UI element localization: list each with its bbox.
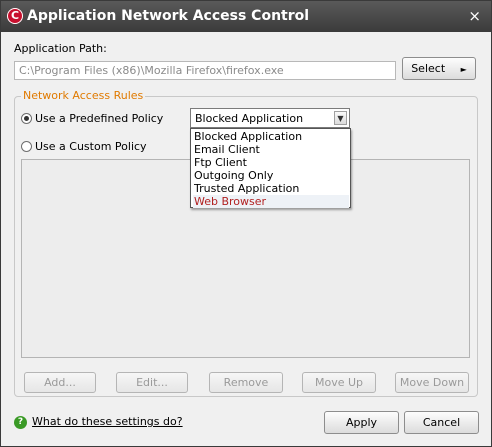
move-up-button[interactable]: Move Up: [302, 372, 376, 393]
custom-policy-radio[interactable]: [21, 141, 32, 152]
app-logo-icon: C: [7, 8, 23, 24]
application-path-label: Application Path:: [14, 42, 107, 55]
select-button[interactable]: Select ►: [402, 57, 476, 80]
select-button-label: Select: [411, 62, 446, 75]
radio-selected-dot: [24, 116, 29, 121]
policy-option-blocked-application[interactable]: Blocked Application: [193, 130, 349, 143]
apply-button[interactable]: Apply: [324, 411, 399, 434]
policy-option-outgoing-only[interactable]: Outgoing Only: [193, 169, 349, 182]
edit-button[interactable]: Edit...: [116, 372, 188, 393]
chevron-down-icon[interactable]: ▼: [334, 111, 347, 125]
move-down-button[interactable]: Move Down: [395, 372, 469, 393]
dialog-window: C Application Network Access Control × A…: [0, 0, 492, 447]
network-access-rules-legend: Network Access Rules: [21, 89, 146, 102]
predefined-policy-label[interactable]: Use a Predefined Policy: [35, 112, 163, 125]
policy-option-web-browser[interactable]: Web Browser: [193, 195, 349, 208]
policy-selected-value: Blocked Application: [195, 112, 304, 125]
close-icon[interactable]: ×: [468, 7, 481, 25]
policy-option-ftp-client[interactable]: Ftp Client: [193, 156, 349, 169]
remove-button[interactable]: Remove: [209, 372, 283, 393]
predefined-policy-dropdown[interactable]: Blocked Application ▼: [190, 108, 350, 128]
title-bar[interactable]: C Application Network Access Control ×: [1, 1, 491, 32]
window-title: Application Network Access Control: [27, 8, 310, 24]
help-icon[interactable]: ?: [14, 416, 27, 429]
custom-policy-label[interactable]: Use a Custom Policy: [35, 140, 147, 153]
policy-option-email-client[interactable]: Email Client: [193, 143, 349, 156]
chevron-right-icon: ►: [460, 65, 467, 74]
help-link[interactable]: What do these settings do?: [32, 415, 183, 428]
add-button[interactable]: Add...: [24, 372, 96, 393]
policy-options-list: Blocked Application Email Client Ftp Cli…: [190, 128, 351, 208]
application-path-field[interactable]: C:\Program Files (x86)\Mozilla Firefox\f…: [14, 61, 396, 80]
policy-option-trusted-application[interactable]: Trusted Application: [193, 182, 349, 195]
cancel-button[interactable]: Cancel: [404, 411, 479, 434]
predefined-policy-radio[interactable]: [21, 113, 32, 124]
